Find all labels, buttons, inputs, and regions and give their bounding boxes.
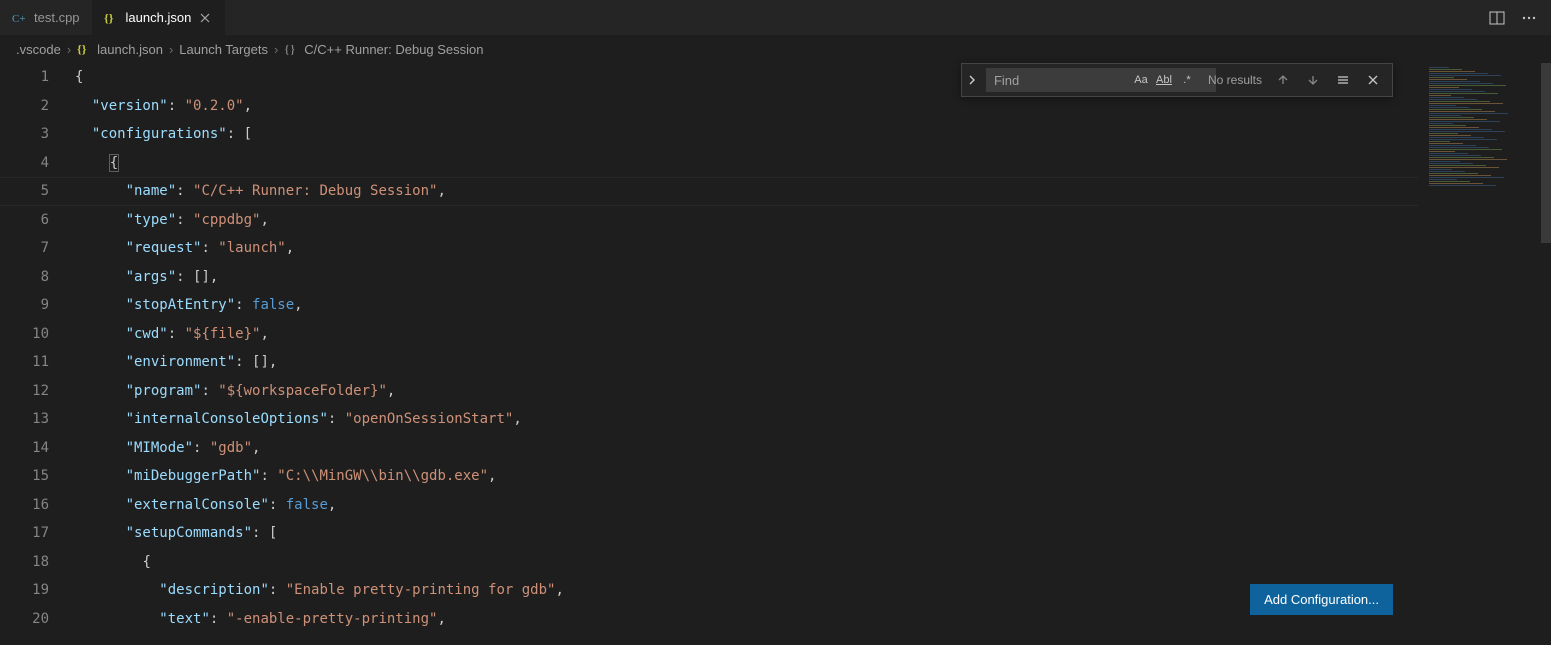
braces-icon: {} [77,42,91,56]
find-in-selection-icon[interactable] [1332,69,1354,91]
close-find-icon[interactable] [1362,69,1384,91]
svg-text:C+: C+ [12,13,26,25]
tab-bar: C+ test.cpp {} launch.json [0,0,1551,35]
find-results-label: No results [1198,73,1272,87]
svg-text:{}: {} [284,42,296,56]
breadcrumb[interactable]: .vscode › {} launch.json › Launch Target… [0,35,1551,63]
chevron-right-icon: › [169,42,173,57]
svg-text:{}: {} [104,11,114,25]
split-editor-icon[interactable] [1487,8,1507,28]
scrollbar-thumb[interactable] [1541,63,1551,243]
more-actions-icon[interactable] [1519,8,1539,28]
toggle-replace-icon[interactable] [962,64,982,96]
line-number-gutter: 1234567891011121314151617181920 [0,63,75,645]
tab-launch-json[interactable]: {} launch.json [92,0,226,35]
find-widget: Aa Abl .* No results [961,63,1393,97]
tab-test-cpp[interactable]: C+ test.cpp [0,0,92,35]
json-file-icon: {} [104,10,120,26]
find-next-icon[interactable] [1302,69,1324,91]
breadcrumb-item[interactable]: C/C++ Runner: Debug Session [304,42,483,57]
tab-label: test.cpp [34,10,80,25]
code-content[interactable]: { "version": "0.2.0", "configurations": … [75,63,1551,645]
match-case-toggle[interactable]: Aa [1130,69,1152,91]
close-icon[interactable] [197,10,213,26]
find-options: Aa Abl .* [1130,69,1198,91]
editor[interactable]: 1234567891011121314151617181920 { "versi… [0,63,1551,645]
tab-actions [1487,8,1551,28]
vertical-scrollbar[interactable] [1541,63,1551,645]
cpp-file-icon: C+ [12,10,28,26]
breadcrumb-item[interactable]: Launch Targets [179,42,268,57]
chevron-right-icon: › [67,42,71,57]
svg-text:{}: {} [77,42,87,56]
regex-toggle[interactable]: .* [1176,69,1198,91]
braces-icon: {} [284,42,298,56]
whole-word-toggle[interactable]: Abl [1153,69,1175,91]
tab-label: launch.json [126,10,192,25]
breadcrumb-item[interactable]: .vscode [16,42,61,57]
chevron-right-icon: › [274,42,278,57]
find-prev-icon[interactable] [1272,69,1294,91]
add-configuration-button[interactable]: Add Configuration... [1250,584,1393,615]
minimap[interactable] [1421,63,1541,645]
breadcrumb-item[interactable]: launch.json [97,42,163,57]
find-nav [1272,69,1392,91]
